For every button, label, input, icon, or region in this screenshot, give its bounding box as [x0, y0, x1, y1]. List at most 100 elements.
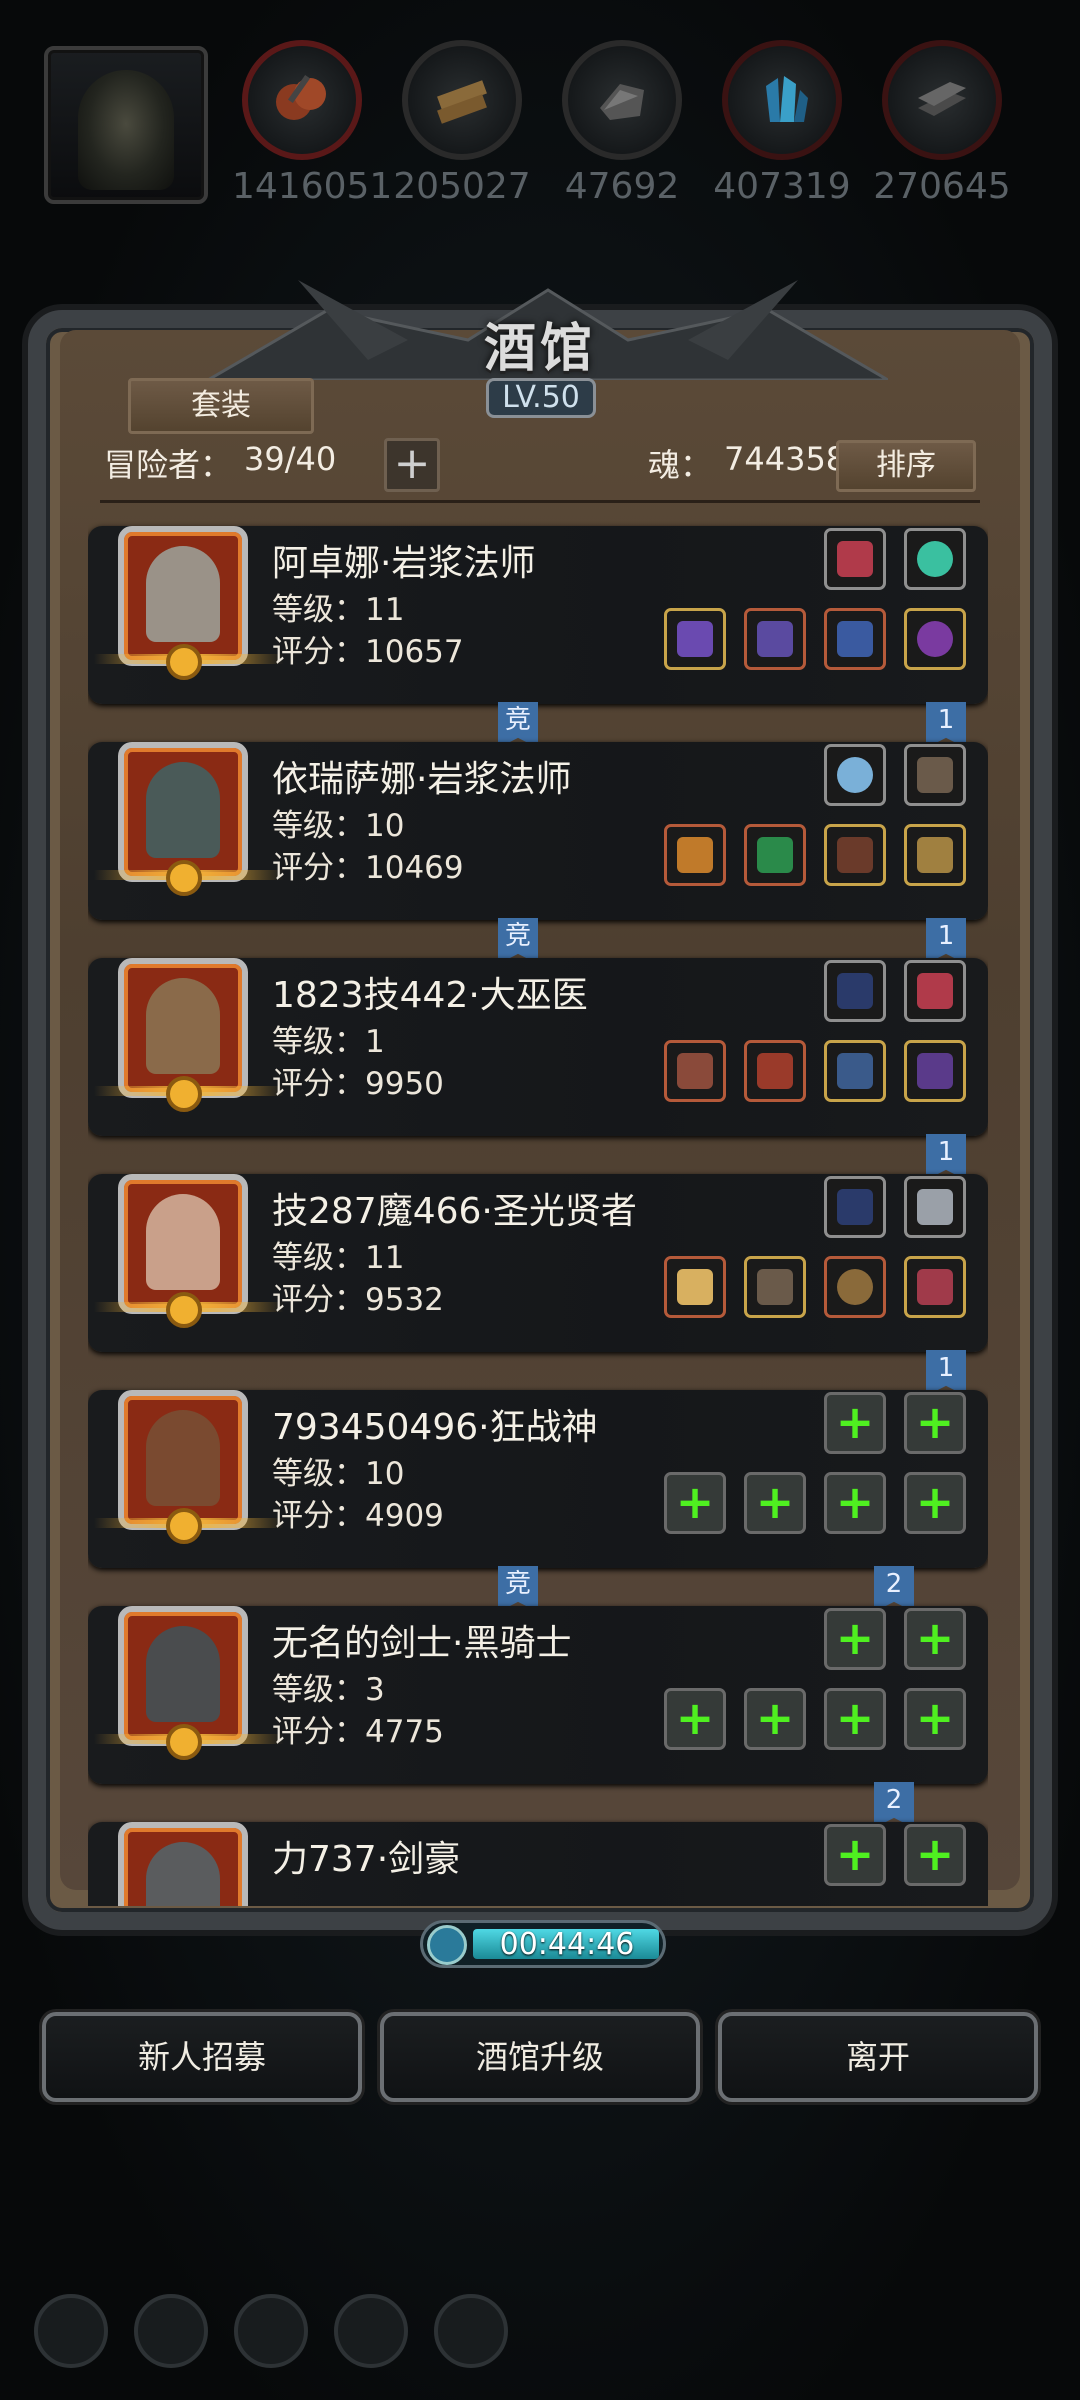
- equip-slot-armor[interactable]: [744, 1256, 806, 1318]
- hero-card[interactable]: 力737·剑豪 + +: [88, 1822, 988, 1906]
- ring-icon: [837, 541, 873, 577]
- suit-button[interactable]: 套装: [128, 378, 314, 434]
- equip-slot-weapon[interactable]: [664, 1256, 726, 1318]
- equip-slot-accessory[interactable]: [904, 608, 966, 670]
- empty-equip-slot[interactable]: +: [904, 1608, 966, 1670]
- shield-icon: [837, 837, 873, 873]
- recruit-button[interactable]: 新人招募: [42, 2012, 362, 2102]
- hero-card[interactable]: 无名的剑士·黑骑士 等级：3 评分：4775 + + + + + +: [88, 1606, 988, 1784]
- equip-slot-weapon[interactable]: [664, 1040, 726, 1102]
- menu-circle-button[interactable]: [334, 2294, 408, 2368]
- equip-slot-offhand[interactable]: [824, 824, 886, 886]
- resource-value: 1416051: [232, 166, 393, 207]
- equip-slot-ring[interactable]: [824, 744, 886, 806]
- empty-equip-slot[interactable]: +: [744, 1472, 806, 1534]
- plus-icon: +: [915, 1475, 955, 1529]
- resource-value: 47692: [564, 166, 680, 207]
- header-divider: [100, 500, 980, 503]
- equip-slot-amulet[interactable]: [904, 528, 966, 590]
- resource-ore[interactable]: 1416051: [232, 40, 393, 207]
- hero-card[interactable]: 793450496·狂战神 等级：10 评分：4909 + + + + + +: [88, 1390, 988, 1568]
- refresh-timer: 00:44:46: [420, 1920, 666, 1968]
- plus-icon: +: [835, 1395, 875, 1449]
- armor-icon: [757, 837, 793, 873]
- resource-iron[interactable]: 270645: [872, 40, 1012, 207]
- add-adventurer-slot-button[interactable]: +: [384, 438, 440, 492]
- sort-button[interactable]: 排序: [836, 440, 976, 492]
- upgrade-tavern-button[interactable]: 酒馆升级: [380, 2012, 700, 2102]
- ore-icon: [276, 74, 326, 120]
- gem-icon: [917, 541, 953, 577]
- empty-equip-slot[interactable]: +: [744, 1688, 806, 1750]
- hero-card[interactable]: 1823技442·大巫医 等级：1 评分：9950: [88, 958, 988, 1136]
- tavern-level-badge: LV.50: [486, 378, 596, 418]
- equip-slot-weapon[interactable]: [664, 608, 726, 670]
- empty-equip-slot[interactable]: +: [664, 1472, 726, 1534]
- hero-level: 等级：1: [272, 1024, 385, 1060]
- hammer-icon: [677, 1269, 713, 1305]
- leave-button[interactable]: 离开: [718, 2012, 1038, 2102]
- equip-slot-ring[interactable]: [824, 1176, 886, 1238]
- equip-slot-armor[interactable]: [744, 1040, 806, 1102]
- empty-equip-slot[interactable]: +: [824, 1472, 886, 1534]
- soul-value: 744358: [724, 440, 847, 478]
- menu-circle-button[interactable]: [434, 2294, 508, 2368]
- feather-icon: [917, 1189, 953, 1225]
- resource-value: 205027: [393, 166, 531, 207]
- equip-slot-offhand[interactable]: [824, 1256, 886, 1318]
- hero-name: 阿卓娜·岩浆法师: [272, 543, 536, 584]
- empty-equip-slot[interactable]: +: [824, 1688, 886, 1750]
- menu-circle-button[interactable]: [134, 2294, 208, 2368]
- empty-equip-slot[interactable]: +: [904, 1472, 966, 1534]
- equip-slot-accessory[interactable]: [904, 1256, 966, 1318]
- armor-icon: [757, 1053, 793, 1089]
- hero-name: 力737·剑豪: [272, 1839, 461, 1880]
- equip-slot-offhand[interactable]: [824, 1040, 886, 1102]
- empty-equip-slot[interactable]: +: [904, 1688, 966, 1750]
- rank-badge-icon: [166, 1076, 202, 1112]
- crystal-icon: [766, 76, 808, 122]
- empty-equip-slot[interactable]: +: [904, 1392, 966, 1454]
- equip-slot-armor[interactable]: [744, 824, 806, 886]
- hero-name: 1823技442·大巫医: [272, 975, 588, 1016]
- equip-slot-amulet[interactable]: [904, 744, 966, 806]
- eye-icon: [917, 621, 953, 657]
- equip-slot-ring[interactable]: [824, 960, 886, 1022]
- equip-slot-amulet[interactable]: [904, 1176, 966, 1238]
- equip-slot-offhand[interactable]: [824, 608, 886, 670]
- resource-stone[interactable]: 47692: [552, 40, 692, 207]
- hero-card[interactable]: 阿卓娜·岩浆法师 等级：11 评分：10657: [88, 526, 988, 704]
- hero-list[interactable]: 阿卓娜·岩浆法师 等级：11 评分：10657 竞 1 依瑞萨娜·岩浆法师 等级…: [88, 506, 988, 1906]
- clock-icon: [427, 1925, 467, 1965]
- equip-slot-accessory[interactable]: [904, 824, 966, 886]
- rank-badge-icon: [166, 644, 202, 680]
- resource-crystal[interactable]: 407319: [712, 40, 852, 207]
- hero-portrait: [118, 1822, 248, 1906]
- empty-equip-slot[interactable]: +: [904, 1824, 966, 1886]
- ring-icon: [917, 973, 953, 1009]
- equip-slot-weapon[interactable]: [664, 824, 726, 886]
- page-title: 酒馆: [483, 318, 596, 379]
- resource-bar: 1416051 205027 47692 407319 270645: [0, 40, 1080, 210]
- equip-slot-accessory[interactable]: [904, 1040, 966, 1102]
- hero-score: 评分：9950: [272, 1066, 444, 1102]
- dagger-icon: [837, 1053, 873, 1089]
- hero-card[interactable]: 技287魔466·圣光贤者 等级：11 评分：9532: [88, 1174, 988, 1352]
- equip-slot-ring[interactable]: [824, 528, 886, 590]
- resource-wood[interactable]: 205027: [392, 40, 532, 207]
- equip-slot-armor[interactable]: [744, 608, 806, 670]
- adventurer-count-value: 39/40: [244, 440, 337, 478]
- menu-circle-button[interactable]: [234, 2294, 308, 2368]
- empty-equip-slot[interactable]: +: [824, 1392, 886, 1454]
- menu-circle-button[interactable]: [34, 2294, 108, 2368]
- hero-card[interactable]: 依瑞萨娜·岩浆法师 等级：10 评分：10469: [88, 742, 988, 920]
- empty-equip-slot[interactable]: +: [824, 1608, 886, 1670]
- plus-icon: +: [915, 1691, 955, 1745]
- empty-equip-slot[interactable]: +: [664, 1688, 726, 1750]
- scroll-icon: [917, 837, 953, 873]
- player-avatar[interactable]: [44, 46, 208, 204]
- equip-slot-amulet[interactable]: [904, 960, 966, 1022]
- armor-icon: [757, 621, 793, 657]
- empty-equip-slot[interactable]: +: [824, 1824, 886, 1886]
- bow-icon: [837, 973, 873, 1009]
